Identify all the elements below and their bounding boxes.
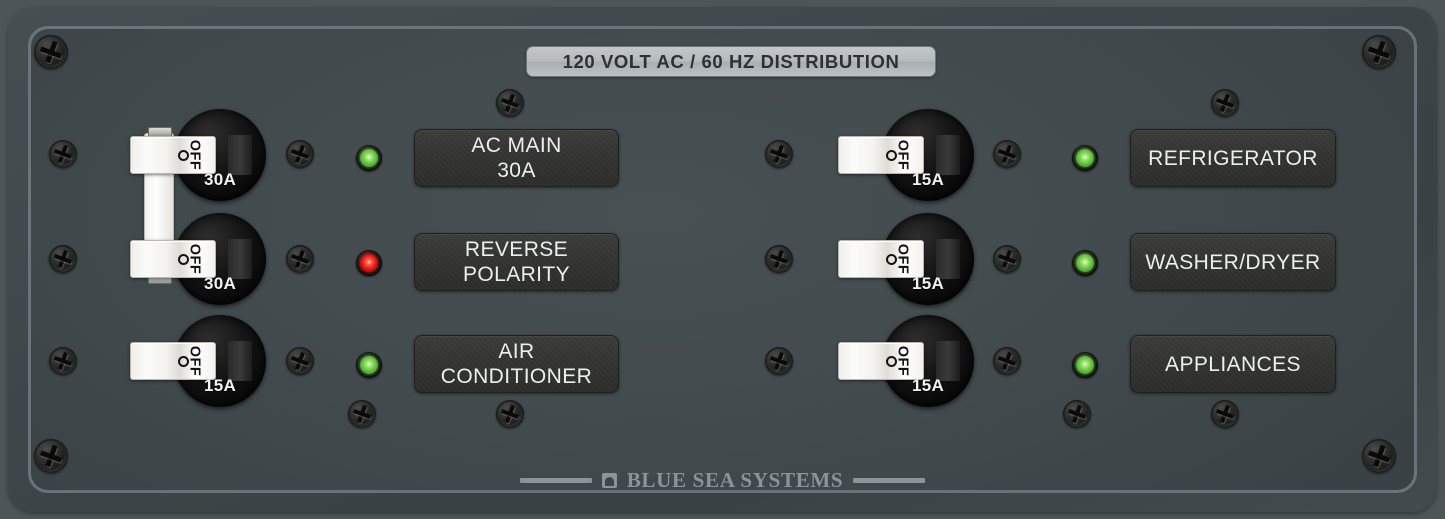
breaker-air-conditioner[interactable]: OFF 15A xyxy=(130,315,266,407)
breaker-rating-label: 30A xyxy=(203,170,237,189)
brand-footer: BLUE SEA SYSTEMS xyxy=(8,468,1437,493)
breaker-rating-label: 15A xyxy=(203,376,237,395)
screw-left-column-row2 xyxy=(286,245,314,273)
label-plate-appliances: APPLIANCES xyxy=(1130,335,1336,393)
breaker-slot xyxy=(228,341,252,381)
screw-center-top xyxy=(496,89,524,117)
screw-right-inner-row1 xyxy=(993,140,1021,168)
breaker-rating-label: 15A xyxy=(911,170,945,189)
panel-title-banner: 120 VOLT AC / 60 HZ DISTRIBUTION xyxy=(526,46,936,77)
label-plate-reverse-polarity: REVERSE POLARITY xyxy=(414,233,619,291)
breaker-ac-main[interactable]: OFF 30A xyxy=(130,109,266,201)
label-line-1: REFRIGERATOR xyxy=(1148,146,1318,170)
screw-left-column-row1 xyxy=(286,140,314,168)
label-line-1: WASHER/DRYER xyxy=(1145,250,1321,274)
label-line-1: AIR xyxy=(498,340,535,363)
label-plate-refrigerator: REFRIGERATOR xyxy=(1130,129,1336,187)
screw-right-top xyxy=(1211,89,1239,117)
led-lens xyxy=(360,149,378,167)
screw-left-edge-row1 xyxy=(49,140,77,168)
screw-left-column-row3 xyxy=(286,347,314,375)
panel-title-text: 120 VOLT AC / 60 HZ DISTRIBUTION xyxy=(562,50,900,72)
screw-right-column-row3 xyxy=(765,347,793,375)
breaker-toggle-washer-dryer[interactable]: OFF xyxy=(838,240,924,278)
breaker-toggle-reverse-polarity[interactable]: OFF xyxy=(130,240,216,278)
indicator-led-reverse-polarity xyxy=(356,250,382,276)
indicator-led-refrigerator xyxy=(1072,145,1098,171)
electrical-distribution-panel: 120 VOLT AC / 60 HZ DISTRIBUTION OFF 30A… xyxy=(8,7,1437,512)
screw-left-bottom xyxy=(348,400,376,428)
blue-sea-logo-icon xyxy=(601,473,617,488)
toggle-off-label: OFF xyxy=(185,345,202,377)
label-line-1: APPLIANCES xyxy=(1165,352,1301,376)
toggle-off-label: OFF xyxy=(893,345,910,377)
screw-right-inner-row3 xyxy=(993,347,1021,375)
screw-right-column-row2 xyxy=(765,245,793,273)
brand-name: BLUE SEA SYSTEMS xyxy=(626,468,844,492)
screw-right-bottom xyxy=(1211,400,1239,428)
breaker-appliances[interactable]: OFF 15A xyxy=(838,315,974,407)
toggle-off-label: OFF xyxy=(185,139,202,171)
breaker-reverse-polarity[interactable]: OFF 30A xyxy=(130,213,266,305)
indicator-led-washer-dryer xyxy=(1072,250,1098,276)
screw-right-inner-row2 xyxy=(993,245,1021,273)
brand-rule-left xyxy=(519,478,592,483)
label-line-1: AC MAIN xyxy=(471,134,562,157)
breaker-slot xyxy=(228,239,252,279)
breaker-slot xyxy=(936,135,960,175)
toggle-off-label: OFF xyxy=(185,243,202,275)
label-line-2: 30A xyxy=(497,159,536,182)
screw-left-edge-row3 xyxy=(49,347,77,375)
breaker-toggle-ac-main[interactable]: OFF xyxy=(130,136,216,174)
breaker-toggle-air-conditioner[interactable]: OFF xyxy=(130,342,216,380)
indicator-led-appliances xyxy=(1072,352,1098,378)
toggle-off-label: OFF xyxy=(893,139,910,171)
breaker-rating-label: 30A xyxy=(203,274,237,293)
label-plate-air-conditioner: AIR CONDITIONER xyxy=(414,335,619,393)
screw-right-lower xyxy=(1063,400,1091,428)
breaker-slot xyxy=(936,341,960,381)
led-lens xyxy=(360,254,378,272)
screw-top-left-corner xyxy=(34,35,68,69)
screw-left-edge-row2 xyxy=(49,245,77,273)
toggle-off-label: OFF xyxy=(893,243,910,275)
led-lens xyxy=(1076,254,1094,272)
indicator-led-ac-main xyxy=(356,145,382,171)
breaker-toggle-appliances[interactable]: OFF xyxy=(838,342,924,380)
screw-center-bottom xyxy=(496,400,524,428)
breaker-slot xyxy=(936,239,960,279)
led-lens xyxy=(1076,356,1094,374)
label-plate-ac-main: AC MAIN 30A xyxy=(414,129,619,187)
label-line-2: CONDITIONER xyxy=(440,365,593,388)
breaker-refrigerator[interactable]: OFF 15A xyxy=(838,109,974,201)
breaker-washer-dryer[interactable]: OFF 15A xyxy=(838,213,974,305)
breaker-rating-label: 15A xyxy=(911,274,945,293)
breaker-toggle-refrigerator[interactable]: OFF xyxy=(838,136,924,174)
label-line-1: REVERSE xyxy=(464,238,569,261)
breaker-slot xyxy=(228,135,252,175)
label-plate-washer-dryer: WASHER/DRYER xyxy=(1130,233,1336,291)
led-lens xyxy=(360,356,378,374)
brand-rule-right xyxy=(853,478,926,483)
screw-right-column-row1 xyxy=(765,140,793,168)
screw-top-right-corner xyxy=(1362,35,1396,69)
label-line-2: POLARITY xyxy=(462,263,571,286)
led-lens xyxy=(1076,149,1094,167)
indicator-led-air-conditioner xyxy=(356,352,382,378)
breaker-rating-label: 15A xyxy=(911,376,945,395)
